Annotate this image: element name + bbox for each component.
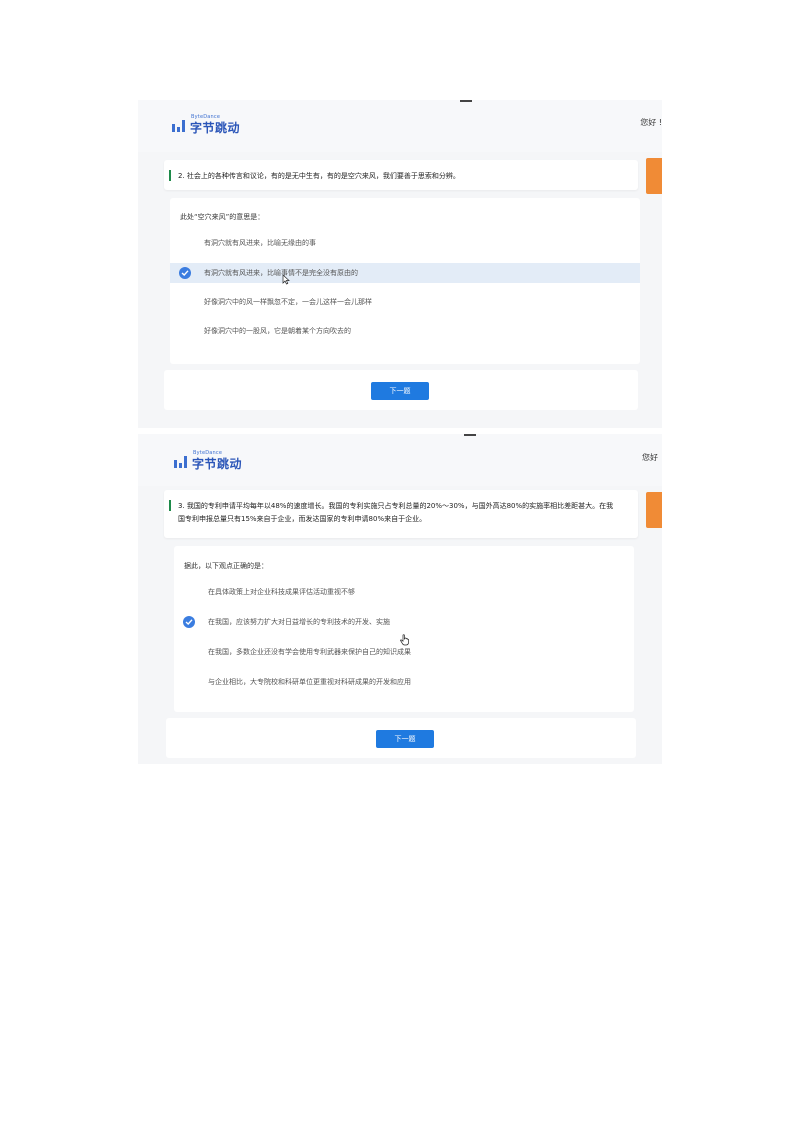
option-d[interactable]: 好像洞穴中的一股风，它是朝着某个方向吹去的: [170, 321, 640, 341]
question-prompt: 据此，以下观点正确的是：: [184, 562, 268, 570]
logo-text: 字节跳动: [190, 121, 241, 135]
option-a[interactable]: 在具体政策上对企业科技成果评估活动重视不够: [174, 582, 634, 602]
pointer-cursor-icon: [282, 274, 290, 285]
question-text: 2. 社会上的各种传言和议论，有的是无中生有，有的是空穴来风，我们要善于思索和分…: [178, 172, 460, 180]
top-bar: ByteDance 字节跳动 您好: [138, 434, 662, 486]
option-label: 在具体政策上对企业科技成果评估活动重视不够: [208, 588, 355, 596]
logo-text: 字节跳动: [192, 457, 243, 471]
option-c[interactable]: 好像洞穴中的风一样飘忽不定，一会儿这样一会儿那样: [170, 292, 640, 312]
next-question-button[interactable]: 下一题: [371, 382, 429, 400]
user-greeting[interactable]: 您好 !: [640, 117, 662, 128]
question-card: 3. 我国的专利申请平均每年以48%的速度增长。我国的专利实施只占专利总量的20…: [164, 490, 638, 538]
option-label: 有洞穴就有风进来，比喻事情不是完全没有原由的: [204, 269, 358, 277]
window-minimize-dash: [464, 434, 476, 436]
question-accent-bar: [169, 170, 171, 181]
question-text: 3. 我国的专利申请平均每年以48%的速度增长。我国的专利实施只占专利总量的20…: [178, 502, 614, 523]
footer-card: 下一题: [164, 370, 638, 410]
user-greeting[interactable]: 您好: [642, 452, 658, 463]
option-label: 在我国，应该努力扩大对日益增长的专利技术的开发、实施: [208, 618, 390, 626]
question-prompt: 此处“空穴来风”的意思是：: [180, 213, 265, 221]
check-circle-icon: [179, 267, 191, 279]
options-card: 此处“空穴来风”的意思是： 有洞穴就有风进来，比喻无缘由的事 有洞穴就有风进来，…: [170, 198, 640, 364]
check-circle-icon: [183, 616, 195, 628]
screenshot-question-2: ByteDance 字节跳动 您好 ! 2. 社会上的各种传言和议论，有的是无中…: [138, 100, 662, 428]
option-a[interactable]: 有洞穴就有风进来，比喻无缘由的事: [170, 233, 640, 253]
option-d[interactable]: 与企业相比，大专院校和科研单位更重视对科研成果的开发和应用: [174, 672, 634, 692]
option-label: 好像洞穴中的一股风，它是朝着某个方向吹去的: [204, 327, 351, 335]
question-card: 2. 社会上的各种传言和议论，有的是无中生有，有的是空穴来风，我们要善于思索和分…: [164, 160, 638, 190]
options-card: 据此，以下观点正确的是： 在具体政策上对企业科技成果评估活动重视不够 在我国，应…: [174, 546, 634, 712]
option-label: 与企业相比，大专院校和科研单位更重视对科研成果的开发和应用: [208, 678, 411, 686]
side-tab[interactable]: [646, 158, 662, 194]
option-label: 有洞穴就有风进来，比喻无缘由的事: [204, 239, 316, 247]
logo-bars-icon: [172, 120, 186, 132]
top-bar: ByteDance 字节跳动 您好 !: [138, 100, 662, 152]
option-b[interactable]: 在我国，应该努力扩大对日益增长的专利技术的开发、实施: [174, 612, 634, 632]
hand-cursor-icon: [400, 634, 409, 646]
footer-card: 下一题: [166, 718, 636, 758]
option-label: 在我国，多数企业还没有学会使用专利武器来保护自己的知识成果: [208, 648, 411, 656]
screenshot-question-3: ByteDance 字节跳动 您好 3. 我国的专利申请平均每年以48%的速度增…: [138, 434, 662, 764]
question-accent-bar: [169, 500, 171, 511]
option-label: 好像洞穴中的风一样飘忽不定，一会儿这样一会儿那样: [204, 298, 372, 306]
side-tab[interactable]: [646, 492, 662, 528]
option-b[interactable]: 有洞穴就有风进来，比喻事情不是完全没有原由的: [170, 263, 640, 283]
window-minimize-dash: [460, 100, 472, 102]
next-question-button[interactable]: 下一题: [376, 730, 434, 748]
logo-bars-icon: [174, 456, 188, 468]
